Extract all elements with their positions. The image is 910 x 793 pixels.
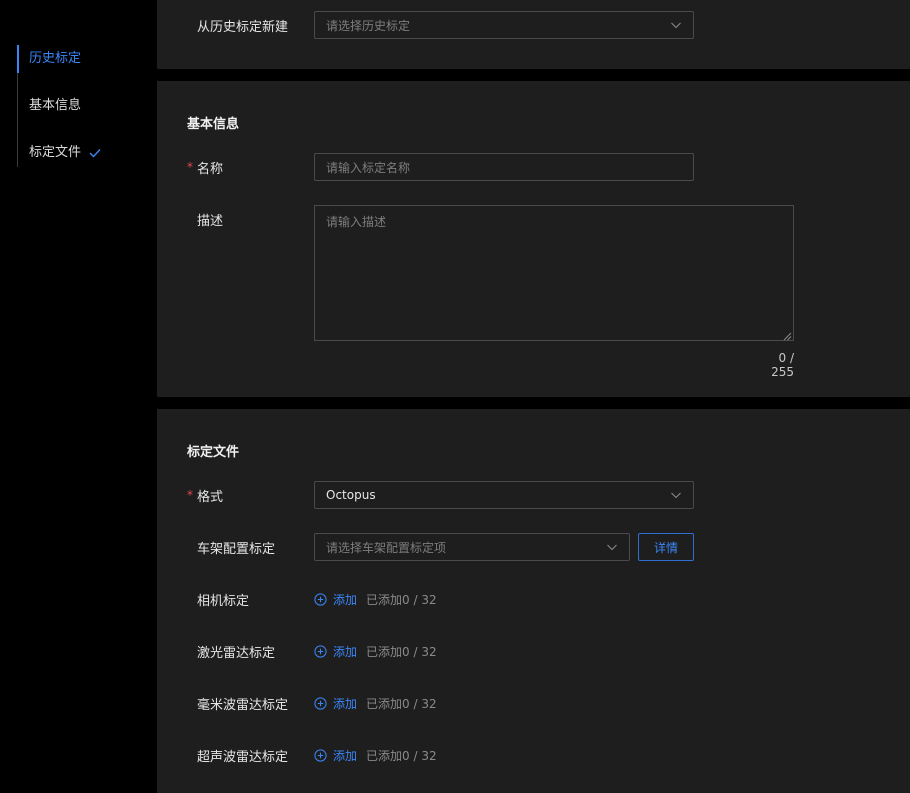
lidar-add-button[interactable]: 添加 (314, 643, 357, 660)
nav-item-label: 基本信息 (29, 98, 82, 113)
mmwave-add-button[interactable]: 添加 (314, 695, 357, 712)
plus-circle-icon (314, 748, 327, 762)
history-panel: 从历史标定新建 请选择历史标定 (157, 0, 910, 69)
plus-circle-icon (314, 696, 327, 710)
resize-handle-icon[interactable] (783, 330, 792, 341)
name-input[interactable]: 请输入标定名称 (314, 153, 694, 181)
plus-circle-icon (314, 644, 327, 658)
calib-file-panel: 标定文件 * 格式 Octopus 车架配置标定 请选择车架配置标定项 详情 相机… (157, 409, 910, 793)
nav-item-basic-info[interactable]: 基本信息 (18, 92, 147, 139)
description-counter: 0 / 255 (771, 351, 794, 379)
description-label: 描述 (197, 213, 224, 229)
frame-calib-label: 车架配置标定 (197, 541, 276, 557)
check-icon (89, 139, 101, 167)
camera-add-button[interactable]: 添加 (314, 591, 357, 608)
lidar-calib-label: 激光雷达标定 (197, 645, 276, 661)
frame-calib-select[interactable]: 请选择车架配置标定项 (314, 533, 630, 561)
anchor-nav: 历史标定 基本信息 标定文件 (17, 45, 147, 167)
ultrasonic-calib-label: 超声波雷达标定 (197, 749, 289, 765)
lidar-calib-count: 已添加0 / 32 (366, 644, 437, 659)
chevron-down-icon (606, 541, 618, 553)
name-label: * 名称 (187, 160, 224, 177)
basic-info-panel: 基本信息 * 名称 请输入标定名称 描述 请输入描述 0 / 255 (157, 81, 910, 397)
chevron-down-icon (670, 19, 682, 31)
lidar-calib-row: 添加 已添加0 / 32 (314, 637, 437, 665)
name-input-placeholder: 请输入标定名称 (326, 160, 411, 175)
frame-calib-placeholder: 请选择车架配置标定项 (326, 540, 447, 555)
history-label: 从历史标定新建 (197, 19, 289, 35)
camera-calib-label: 相机标定 (197, 593, 250, 609)
detail-button[interactable]: 详情 (638, 533, 694, 561)
nav-item-label: 历史标定 (29, 51, 82, 66)
plus-circle-icon (314, 592, 327, 606)
description-placeholder: 请输入描述 (326, 215, 387, 229)
camera-calib-row: 添加 已添加0 / 32 (314, 585, 437, 613)
chevron-down-icon (670, 489, 682, 501)
format-select[interactable]: Octopus (314, 481, 694, 509)
section-title-calib: 标定文件 (187, 445, 240, 460)
nav-item-label: 标定文件 (29, 145, 82, 160)
camera-calib-count: 已添加0 / 32 (366, 592, 437, 607)
section-title-basic: 基本信息 (187, 117, 240, 132)
ultrasonic-calib-count: 已添加0 / 32 (366, 748, 437, 763)
mmwave-calib-count: 已添加0 / 32 (366, 696, 437, 711)
nav-item-history[interactable]: 历史标定 (17, 45, 147, 92)
history-select[interactable]: 请选择历史标定 (314, 11, 694, 39)
ultrasonic-calib-row: 添加 已添加0 / 32 (314, 741, 437, 769)
nav-item-calib-file[interactable]: 标定文件 (18, 139, 147, 167)
format-select-value: Octopus (326, 488, 376, 502)
mmwave-calib-row: 添加 已添加0 / 32 (314, 689, 437, 717)
mmwave-calib-label: 毫米波雷达标定 (197, 697, 289, 713)
history-select-placeholder: 请选择历史标定 (326, 18, 411, 33)
ultrasonic-add-button[interactable]: 添加 (314, 747, 357, 764)
format-label: * 格式 (187, 488, 224, 505)
required-mark: * (187, 488, 193, 502)
description-textarea[interactable]: 请输入描述 (314, 205, 794, 341)
required-mark: * (187, 160, 193, 174)
